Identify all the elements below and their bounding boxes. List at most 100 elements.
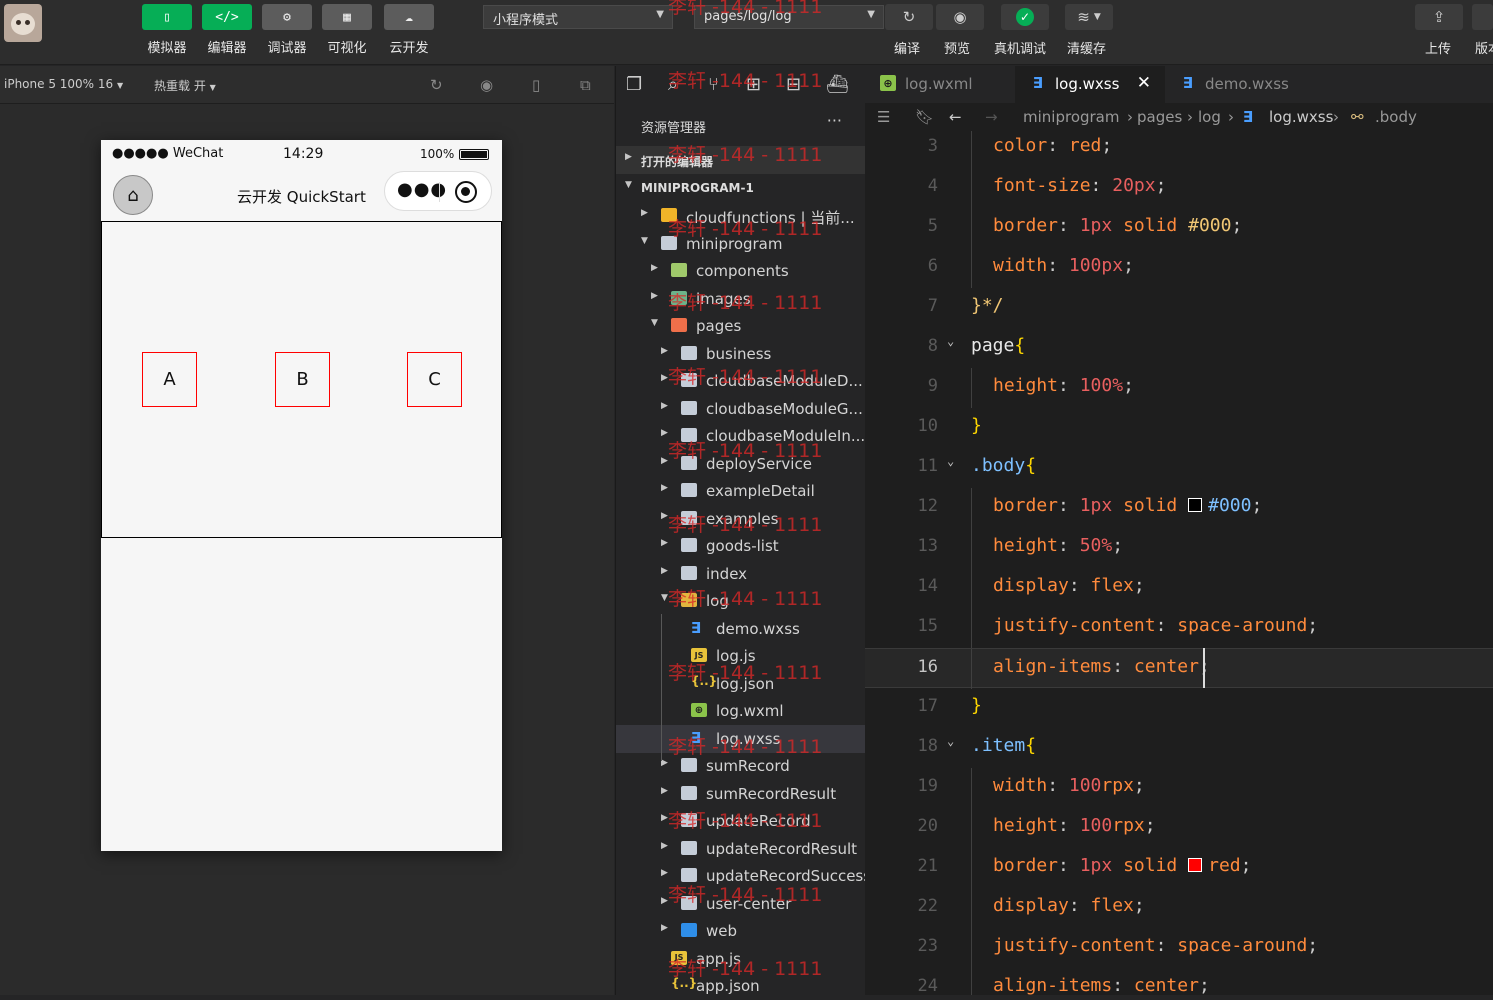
source-control-icon[interactable]: ⑂ [708,74,719,95]
tree-item[interactable]: ∃ demo.wxss [616,615,865,643]
tree-item[interactable]: ▶ cloudfunctions | 当前... [616,202,865,230]
tree-item[interactable]: ▶ user-center [616,890,865,918]
open-editors-label: 打开的编辑器 [641,155,714,169]
clear-cache-button[interactable]: ≋ ▼ [1065,4,1113,30]
indent-guide [971,488,972,528]
tree-item[interactable]: {..} app.json [616,972,865,1000]
file-explorer: ❐ ⌕ ⑂ ⊞ ⊟ ⛴ 资源管理器 ··· ▶ 打开的编辑器 ▼ MINIPROGR… [615,66,871,995]
mode-select[interactable]: 小程序模式 ▼ [483,5,673,29]
tree-item-label: updateRecordResult [706,839,858,858]
breadcrumb-item[interactable]: log [1198,108,1221,126]
tree-item[interactable]: JS log.js [616,642,865,670]
folder-icon [681,565,697,580]
hot-reload-select[interactable]: 热重载 开 ▼ [154,77,216,94]
project-section[interactable]: ▼ MINIPROGRAM-1 [616,174,865,202]
tab-demo-wxss[interactable]: ∃ demo.wxss [1165,66,1315,103]
tree-item[interactable]: JS app.js [616,945,865,973]
chevron-down-icon: ▼ [209,83,216,92]
page-select[interactable]: pages/log/log ▼ [694,5,884,29]
tree-item[interactable]: ▶ updateRecordSuccess [616,862,871,890]
tree-item[interactable]: ▶ goods-list [616,532,865,560]
device-select[interactable]: iPhone 5 100% 16 ▼ [4,77,123,91]
tab-log-wxss[interactable]: ∃ log.wxss ✕ [1015,66,1165,103]
breadcrumb-item[interactable]: log.wxss [1269,108,1333,126]
menu-capsule[interactable]: ●●● [384,171,492,211]
indent-guide [971,608,972,648]
tree-item[interactable]: ▶ index [616,560,865,588]
files-icon[interactable]: ❐ [626,74,642,95]
bookmark-icon[interactable]: 🔖︎ [915,108,934,126]
fold-icon[interactable]: ⌄ [947,334,954,348]
code-line: 9 height: 100%; [865,368,1493,408]
tree-item[interactable]: ▶ sumRecordResult [616,780,865,808]
storage-icon[interactable]: ⊟ [786,74,801,95]
tree-item[interactable]: ▶ components [616,257,865,285]
tree-item[interactable]: ▼ pages [616,312,865,340]
fold-icon[interactable]: ⌄ [947,734,954,748]
cloud-dev-button[interactable]: ☁ 云开发 [384,4,434,59]
code-editor[interactable]: 3 color: red; 4 font-size: 20px; 5 border: 1p… [865,131,1493,995]
line-number: 5 [927,216,938,236]
visual-toggle-button[interactable]: ▦ 可视化 [322,4,372,59]
tree-item[interactable]: ▶ cloudbaseModuleG... [616,395,865,423]
tree-item[interactable]: ▶ examples [616,505,865,533]
open-editors-section[interactable]: ▶ 打开的编辑器 [616,146,865,174]
user-avatar[interactable] [4,4,42,42]
code-token: space-around [1177,935,1308,956]
search-icon[interactable]: ⌕ [668,74,678,95]
remote-debug-button[interactable]: ✓ [1001,4,1049,30]
close-mini-program-icon[interactable] [455,181,477,203]
tree-item[interactable]: ▶ sumRecord [616,752,865,780]
editor-toggle-button[interactable]: </> 编辑器 [202,4,252,59]
tree-item[interactable]: ▶ deployService [616,450,865,478]
extensions-icon[interactable]: ⊞ [746,74,761,95]
debugger-toggle-button[interactable]: ⚙ 调试器 [262,4,312,59]
back-arrow-icon[interactable]: ← [949,108,962,126]
code-token: 1px [1079,855,1113,876]
code-line: 19 width: 100rpx; [865,768,1493,808]
version-button[interactable] [1472,4,1493,30]
window-icon[interactable]: ⧉ [580,76,591,94]
more-icon[interactable]: ··· [827,111,842,130]
tree-item[interactable]: ▶ web [616,917,865,945]
phone-icon[interactable]: ▯ [532,76,540,94]
tree-item[interactable]: ▼ log [616,587,865,615]
home-icon[interactable]: ⌂ [113,175,153,215]
debug-icon: ⚙ [262,4,312,30]
color-swatch[interactable] [1188,858,1203,872]
forward-arrow-icon[interactable]: → [985,108,998,126]
tree-item[interactable]: ∃ log.wxss [616,724,865,753]
simulator-toolbar: iPhone 5 100% 16 ▼ 热重载 开 ▼ ↻ ◉ ▯ ⧉ [0,66,614,104]
tree-item[interactable]: {..} log.json [616,670,865,698]
color-swatch[interactable] [1188,498,1203,512]
tree-item[interactable]: ▶ updateRecord [616,807,865,835]
chevron-right-icon: ▶ [661,510,668,521]
tree-item[interactable]: ▶ images [616,285,865,313]
tree-item[interactable]: ▶ updateRecordResult [616,835,865,863]
upload-button[interactable]: ⇪ [1415,4,1463,30]
code-line: 10} [865,408,1493,448]
stop-icon[interactable]: ◉ [480,76,493,94]
tree-item-label: pages [696,317,742,335]
fold-icon[interactable]: ⌄ [947,454,954,468]
outline-icon[interactable]: ☰ [877,108,890,126]
breadcrumb-item[interactable]: miniprogram [1023,108,1119,126]
tree-item[interactable]: ▼ miniprogram [616,230,865,258]
compile-button[interactable]: ↻ [885,4,933,30]
docker-icon[interactable]: ⛴ [826,74,849,95]
tree-item[interactable]: ▶ exampleDetail [616,477,865,505]
tree-item[interactable]: ⊕ log.wxml [616,697,865,725]
tab-log-wxml[interactable]: ⊕ log.wxml [865,66,1005,103]
breadcrumb-item[interactable]: pages [1137,108,1182,126]
tree-item[interactable]: ▶ cloudbaseModuleD... [616,367,865,395]
close-icon[interactable]: ✕ [1137,73,1151,93]
code-line: 18 ⌄ .item{ [865,728,1493,768]
project-label: MINIPROGRAM-1 [641,181,754,195]
breadcrumb-item[interactable]: .body [1375,108,1417,126]
json-file-icon: {..} [691,673,718,688]
refresh-icon[interactable]: ↻ [430,76,443,94]
tree-item[interactable]: ▶ cloudbaseModuleIn... [616,422,865,450]
preview-button[interactable]: ◉ [936,4,984,30]
simulator-toggle-button[interactable]: ▯ 模拟器 [142,4,192,59]
tree-item[interactable]: ▶ business [616,340,865,368]
